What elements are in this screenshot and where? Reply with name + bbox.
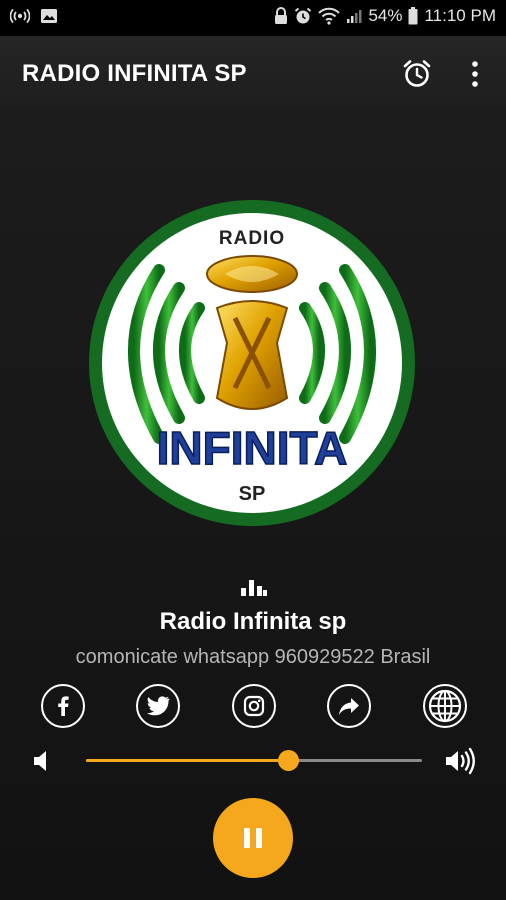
clock: 11:10 PM	[424, 6, 496, 25]
volume-high-icon[interactable]	[444, 746, 478, 776]
share-button[interactable]	[327, 684, 371, 728]
facebook-icon	[58, 696, 69, 716]
app-bar: RADIO INFINITA SP	[0, 36, 506, 114]
alarm-icon	[403, 60, 431, 87]
instagram-button[interactable]	[232, 684, 276, 728]
more-vert-icon	[472, 61, 478, 87]
equalizer-icon	[241, 580, 267, 596]
logo-top-text: RADIO	[219, 228, 285, 249]
alarm-button[interactable]	[402, 58, 432, 90]
pause-button[interactable]	[213, 798, 293, 878]
image-icon	[41, 9, 57, 23]
logo-main-text: INFINITA	[157, 422, 348, 474]
share-icon	[339, 698, 359, 715]
station-name: Radio Infinita sp	[159, 608, 347, 635]
app-title: RADIO INFINITA SP	[22, 60, 247, 87]
twitter-button[interactable]	[136, 684, 180, 728]
wifi-icon	[318, 7, 341, 25]
lock-icon	[275, 7, 288, 24]
battery-percent: 54%	[368, 6, 403, 25]
volume-slider-fill	[86, 759, 288, 762]
twitter-icon	[147, 696, 170, 716]
volume-slider-thumb[interactable]	[277, 750, 299, 771]
station-logo: RADIO INFINITA SP	[89, 200, 415, 526]
volume-low-icon[interactable]	[32, 748, 54, 774]
pause-icon	[241, 828, 265, 848]
website-button[interactable]	[423, 684, 467, 728]
instagram-icon	[243, 695, 265, 717]
facebook-button[interactable]	[41, 684, 85, 728]
radio-broadcast-icon	[10, 8, 30, 24]
signal-icon	[347, 10, 362, 23]
more-options-button[interactable]	[468, 60, 482, 88]
globe-icon	[428, 689, 462, 723]
logo-bottom-text: SP	[239, 483, 266, 505]
station-description: comonicate whatsapp 960929522 Brasil	[75, 646, 431, 668]
battery-icon	[408, 7, 418, 25]
volume-slider[interactable]	[86, 749, 422, 773]
alarm-status-icon	[295, 7, 312, 24]
status-bar: 54% 11:10 PM	[0, 0, 506, 36]
